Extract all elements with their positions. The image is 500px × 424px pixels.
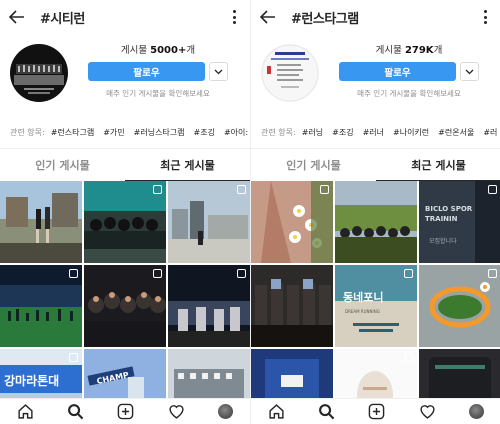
related-tags: 관련 항목: #런스타그램 #가민 #러닝스타그램 #조깅 #아이: (0, 122, 250, 142)
multiple-photos-icon (237, 269, 246, 278)
post-count: 게시물 5000+개 (120, 45, 196, 56)
post-count: 게시물 279K개 (375, 45, 443, 56)
tile-text: BICLO SPOR (425, 205, 473, 213)
multiple-photos-icon (69, 353, 78, 362)
related-label: 관련 항목: (261, 127, 296, 137)
post-grid: BICLO SPOR TRAININ 모집합니다 동네포니 DREAM RUNNING (251, 181, 500, 398)
chevron-down-icon (214, 69, 223, 74)
search-icon[interactable] (67, 403, 84, 420)
related-tag[interactable]: #나이키런 (393, 127, 429, 138)
post-thumbnail[interactable] (168, 349, 250, 398)
multiple-photos-icon (488, 185, 497, 194)
chevron-down-icon (465, 69, 474, 74)
tile-text: 동네포니 (343, 290, 383, 304)
post-thumbnail[interactable] (251, 181, 333, 263)
banner-text: 강마라톤대 (4, 373, 59, 388)
tab-recent-posts[interactable]: 최근 게시물 (125, 149, 250, 181)
related-tag[interactable]: #러너 (363, 127, 384, 138)
top-bar: #런스타그램 (251, 0, 500, 34)
related-tag[interactable]: #러닝 (302, 127, 323, 138)
hashtag-avatar (10, 44, 68, 102)
multiple-photos-icon (404, 269, 413, 278)
post-thumbnail[interactable] (251, 265, 333, 347)
more-options-icon[interactable] (484, 10, 487, 24)
follow-button[interactable]: 팔로우 (88, 62, 205, 81)
profile-avatar[interactable] (218, 404, 234, 419)
related-tags: 관련 항목: #러닝 #조깅 #러너 #나이키런 #런온서울 #러 (251, 122, 500, 142)
search-icon[interactable] (318, 403, 335, 420)
related-tag[interactable]: #조깅 (194, 127, 215, 138)
multiple-photos-icon (237, 185, 246, 194)
post-thumbnail[interactable] (335, 349, 417, 398)
new-post-icon[interactable] (117, 403, 134, 420)
post-thumbnail[interactable]: CHAMP (84, 349, 166, 398)
related-tag[interactable]: #런스타그램 (51, 127, 95, 138)
follow-button[interactable]: 팔로우 (339, 62, 456, 81)
multiple-photos-icon (488, 269, 497, 278)
related-tag[interactable]: #아이: (224, 127, 248, 138)
tab-top-posts[interactable]: 인기 게시물 (0, 149, 125, 181)
heart-icon[interactable] (419, 403, 436, 420)
hashtag-info: 게시물 279K개 팔로우 매주 인기 게시물을 확인해보세요 (339, 42, 479, 99)
related-tag[interactable]: #가민 (103, 127, 124, 138)
post-thumbnail[interactable] (419, 349, 500, 398)
new-post-icon[interactable] (368, 403, 385, 420)
related-label: 관련 항목: (10, 127, 45, 137)
bottom-nav (251, 398, 500, 424)
post-grid: 강마라톤대 CHAMP (0, 181, 250, 398)
related-tag[interactable]: #런온서울 (438, 127, 474, 138)
related-tag[interactable]: #러 (483, 127, 497, 138)
post-thumbnail[interactable] (168, 181, 250, 263)
back-arrow-icon[interactable] (9, 10, 25, 24)
post-tabs: 인기 게시물 최근 게시물 (0, 148, 250, 181)
related-tag[interactable]: #조깅 (332, 127, 353, 138)
post-thumbnail[interactable] (0, 265, 82, 347)
hashtag-avatar (261, 44, 319, 102)
post-thumbnail[interactable] (419, 265, 500, 347)
profile-avatar[interactable] (469, 404, 485, 419)
post-thumbnail[interactable]: 동네포니 DREAM RUNNING (335, 265, 417, 347)
post-thumbnail[interactable] (335, 181, 417, 263)
post-thumbnail[interactable] (84, 181, 166, 263)
follow-dropdown-button[interactable] (460, 62, 479, 81)
multiple-photos-icon (153, 185, 162, 194)
tile-text: DREAM RUNNING (345, 309, 380, 314)
related-tag[interactable]: #러닝스타그램 (134, 127, 185, 138)
multiple-photos-icon (153, 269, 162, 278)
weekly-top-posts-text: 매주 인기 게시물을 확인해보세요 (357, 89, 461, 98)
post-thumbnail[interactable] (168, 265, 250, 347)
follow-dropdown-button[interactable] (209, 62, 228, 81)
multiple-photos-icon (320, 185, 329, 194)
hashtag-title: #시티런 (40, 11, 85, 27)
hashtag-title: #런스타그램 (291, 11, 359, 27)
post-thumbnail[interactable]: 강마라톤대 (0, 349, 82, 398)
tab-top-posts[interactable]: 인기 게시물 (251, 149, 376, 181)
hashtag-screen-cityrun: #시티런 게시물 5000+개 팔로우 매주 인기 게시물을 확인해보세요 관련… (0, 0, 250, 424)
tile-text: 모집합니다 (429, 237, 457, 245)
top-bar: #시티런 (0, 0, 250, 34)
post-thumbnail[interactable] (0, 181, 82, 263)
bottom-nav (0, 398, 250, 424)
post-thumbnail[interactable] (251, 349, 333, 398)
multiple-photos-icon (404, 353, 413, 362)
post-tabs: 인기 게시물 최근 게시물 (251, 148, 500, 181)
post-thumbnail[interactable]: BICLO SPOR TRAININ 모집합니다 (419, 181, 500, 263)
home-icon[interactable] (268, 403, 285, 420)
home-icon[interactable] (17, 403, 34, 420)
post-thumbnail[interactable] (84, 265, 166, 347)
hashtag-screen-runstagram: #런스타그램 게시물 279K개 팔로우 매주 인기 게시물을 확인해보세요 관… (250, 0, 500, 424)
tab-recent-posts[interactable]: 최근 게시물 (376, 149, 500, 181)
more-options-icon[interactable] (233, 10, 236, 24)
tile-text: TRAININ (425, 215, 458, 223)
weekly-top-posts-text: 매주 인기 게시물을 확인해보세요 (106, 89, 210, 98)
heart-icon[interactable] (168, 403, 185, 420)
back-arrow-icon[interactable] (260, 10, 276, 24)
hashtag-info: 게시물 5000+개 팔로우 매주 인기 게시물을 확인해보세요 (88, 42, 228, 99)
multiple-photos-icon (69, 269, 78, 278)
